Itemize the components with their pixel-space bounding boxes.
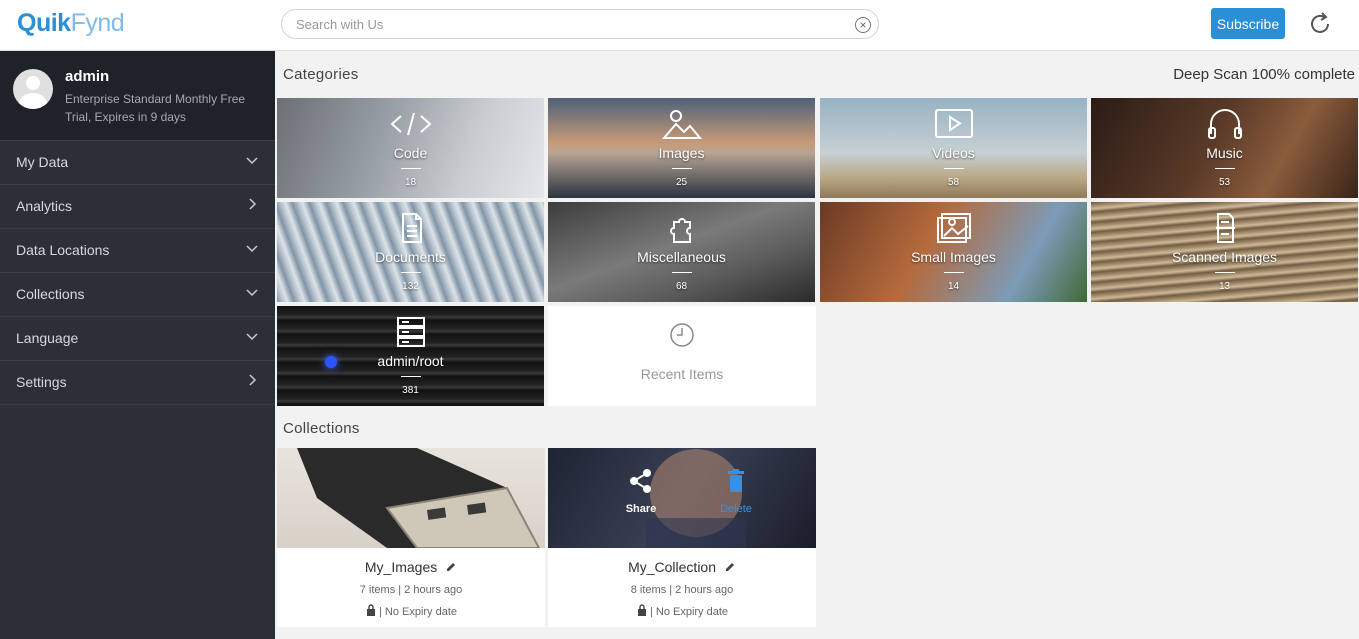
category-count: 132 [402,281,419,292]
share-button[interactable]: Share [621,468,661,515]
category-name: Small Images [911,249,996,265]
category-tile-code[interactable]: Code 18 [277,98,544,198]
clock-icon [670,323,694,347]
category-name: Music [1206,145,1243,161]
sidebar-item-my-data[interactable]: My Data [0,141,275,185]
category-count: 381 [402,385,419,396]
collection-expiry: | No Expiry date [548,604,816,618]
collection-thumbnail[interactable]: Share Delete [548,448,816,548]
edit-icon[interactable] [445,561,457,573]
sidebar-item-label: Language [16,330,79,346]
category-count: 53 [1218,177,1231,188]
category-count: 13 [1218,281,1231,292]
category-tile-images[interactable]: Images 25 [548,98,815,198]
code-icon [389,112,432,136]
server-icon [396,317,425,347]
plan-info: Enterprise Standard Monthly Free Trial, … [65,92,246,124]
sidebar-item-label: Analytics [16,198,73,214]
category-name: Images [658,145,705,161]
username: admin [65,68,110,85]
collection-name: My_Collection [548,559,816,575]
category-name: Miscellaneous [637,249,726,265]
category-tile-music[interactable]: Music 53 [1091,98,1358,198]
collection-card-my-images[interactable]: My_Images 7 items | 2 hours ago | No Exp… [277,448,545,627]
category-tile-miscellaneous[interactable]: Miscellaneous 68 [548,202,815,302]
recent-items-label: Recent Items [640,366,724,382]
sidebar-item-label: Settings [16,374,67,390]
lock-icon [637,604,646,616]
subscribe-button[interactable]: Subscribe [1211,8,1285,39]
recent-items-tile[interactable]: Recent Items [548,306,816,406]
search-box: × [281,9,879,39]
collection-thumbnail[interactable] [277,448,545,548]
category-name: Documents [375,249,446,265]
collection-meta: 7 items | 2 hours ago [359,584,463,596]
chevron-down-icon [246,289,258,297]
category-tile-small-images[interactable]: Small Images 14 [820,202,1087,302]
category-tile-videos[interactable]: Videos 58 [820,98,1087,198]
category-tile-scanned-images[interactable]: Scanned Images 13 [1091,202,1358,302]
video-icon [934,109,973,138]
sidebar-item-analytics[interactable]: Analytics [0,185,275,229]
small-image-icon [936,213,971,243]
chevron-right-icon [249,198,257,210]
trash-icon [728,469,744,492]
collections-title: Collections [283,420,360,437]
category-tile-admin-root[interactable]: admin/root 381 [277,306,544,406]
sidebar-item-data-locations[interactable]: Data Locations [0,229,275,273]
category-name: Code [393,145,428,161]
edit-icon[interactable] [724,561,736,573]
sidebar-item-collections[interactable]: Collections [0,273,275,317]
usb-image [297,448,541,548]
delete-button[interactable]: Delete [716,468,756,515]
collection-card-my-collection[interactable]: Share Delete My_Collection 8 items | 2 h… [548,448,816,627]
collection-name: My_Images [277,559,545,575]
category-count: 14 [947,281,960,292]
avatar[interactable] [13,69,53,109]
main-content: Categories Deep Scan 100% complete Code … [275,51,1359,639]
user-profile: admin Enterprise Standard Monthly Free T… [0,51,275,141]
sidebar-item-language[interactable]: Language [0,317,275,361]
headphones-icon [1207,109,1242,139]
sidebar-item-label: Collections [16,286,85,302]
category-tile-documents[interactable]: Documents 132 [277,202,544,302]
top-header: QuikFynd × Subscribe [0,0,1359,51]
collection-expiry: | No Expiry date [277,604,545,618]
refresh-icon[interactable] [1306,10,1334,38]
sidebar-item-label: My Data [16,154,69,170]
baby-image [646,449,746,548]
category-name: admin/root [377,353,444,369]
chevron-down-icon [246,333,258,341]
category-name: Videos [932,145,975,161]
document-icon [401,213,422,243]
category-count: 58 [947,177,960,188]
scan-status: Deep Scan 100% complete [1173,66,1355,83]
collection-meta: 8 items | 2 hours ago [630,584,734,596]
sidebar-item-label: Data Locations [16,242,110,258]
image-icon [661,110,702,139]
chevron-down-icon [246,245,258,253]
sidebar-item-settings[interactable]: Settings [0,361,275,405]
chevron-down-icon [246,157,258,165]
puzzle-icon [669,218,691,243]
scanned-doc-icon [1215,213,1235,243]
category-count: 18 [404,177,417,188]
sidebar: admin Enterprise Standard Monthly Free T… [0,51,275,639]
app-logo[interactable]: QuikFynd [17,9,125,38]
share-icon [630,469,651,493]
categories-title: Categories [283,66,359,83]
category-count: 68 [675,281,688,292]
lock-icon [366,604,375,616]
category-name: Scanned Images [1171,249,1278,265]
category-count: 25 [675,177,688,188]
chevron-right-icon [249,374,257,386]
clear-search-icon[interactable]: × [855,17,871,33]
search-input[interactable] [296,15,836,33]
